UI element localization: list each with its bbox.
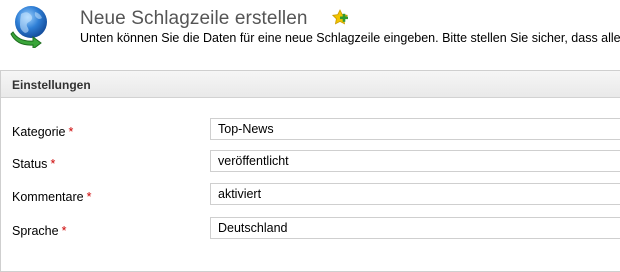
- page-header: Neue Schlagzeile erstellen Unten können …: [0, 0, 620, 60]
- kommentare-label: Kommentare *: [12, 190, 91, 204]
- kommentare-select[interactable]: aktiviert: [210, 183, 620, 205]
- required-marker: *: [68, 125, 74, 139]
- sprache-select[interactable]: Deutschland: [210, 217, 620, 239]
- page-subtitle: Unten können Sie die Daten für eine neue…: [80, 31, 620, 45]
- globe-refresh-icon: [10, 6, 47, 48]
- status-label: Status *: [12, 157, 55, 171]
- form-row-kommentare: Kommentare * aktiviert: [1, 181, 620, 213]
- form-row-sprache: Sprache * Deutschland: [1, 215, 620, 247]
- sprache-value: Deutschland: [218, 221, 288, 235]
- required-marker: *: [61, 224, 67, 238]
- kommentare-value: aktiviert: [218, 187, 262, 201]
- required-marker: *: [86, 190, 92, 204]
- settings-panel-header: Einstellungen: [1, 71, 620, 98]
- kommentare-label-text: Kommentare: [12, 190, 84, 204]
- sprache-label-text: Sprache: [12, 224, 59, 238]
- status-value: veröffentlicht: [218, 154, 289, 168]
- page-title: Neue Schlagzeile erstellen: [80, 8, 308, 29]
- required-marker: *: [50, 157, 56, 171]
- kategorie-value: Top-News: [218, 122, 274, 136]
- star-plus-icon[interactable]: [331, 9, 349, 27]
- form-row-kategorie: Kategorie * Top-News: [1, 116, 620, 148]
- kategorie-select[interactable]: Top-News: [210, 118, 620, 140]
- settings-panel: Einstellungen Kategorie * Top-News Status…: [0, 70, 620, 272]
- form-row-status: Status * veröffentlicht: [1, 148, 620, 180]
- status-select[interactable]: veröffentlicht: [210, 150, 620, 172]
- sprache-label: Sprache *: [12, 224, 66, 238]
- status-label-text: Status: [12, 157, 48, 171]
- kategorie-label: Kategorie *: [12, 125, 73, 139]
- settings-panel-title: Einstellungen: [12, 78, 91, 92]
- kategorie-label-text: Kategorie: [12, 125, 66, 139]
